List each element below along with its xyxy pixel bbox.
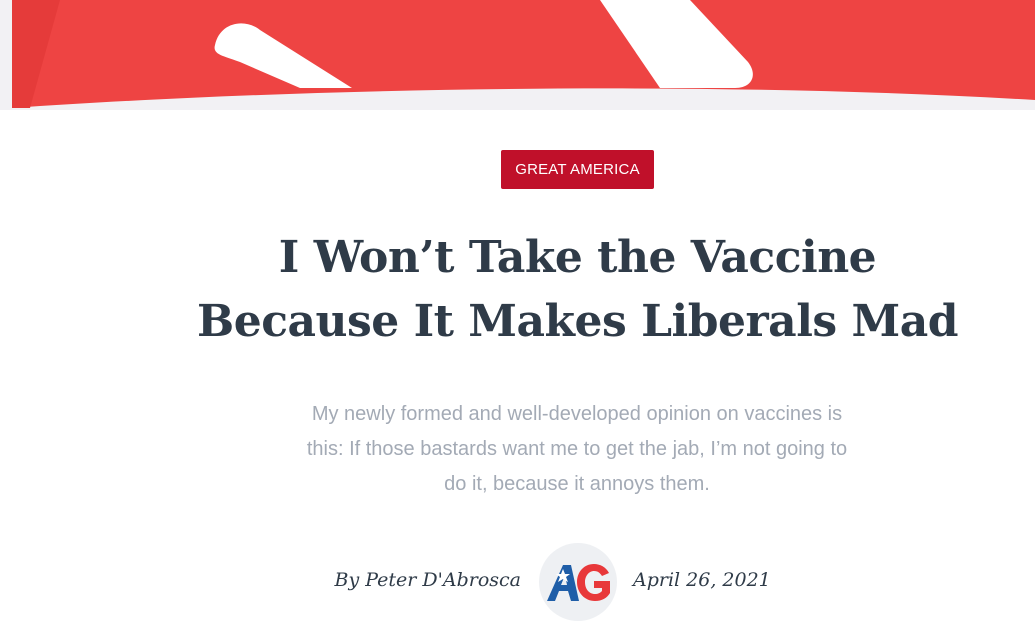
byline: By Peter D'Abrosca April 26, 2021 [0, 540, 1035, 624]
article-excerpt: My newly formed and well-developed opini… [262, 397, 892, 502]
logo-letter-g [577, 564, 610, 601]
category-badge[interactable]: GREAT AMERICA [501, 150, 654, 189]
author-avatar[interactable] [539, 543, 617, 621]
article-page: GREAT AMERICA I Won’t Take the Vaccine B… [0, 0, 1035, 639]
publish-date: April 26, 2021 [633, 569, 771, 591]
article-title-line: Because It Makes Liberals Mad [197, 296, 958, 347]
article-excerpt-line: do it, because it annoys them. [444, 473, 710, 495]
article-excerpt-line: this: If those bastards want me to get t… [306, 438, 848, 460]
article-excerpt-line: My newly formed and well-developed opini… [311, 403, 843, 425]
author-link[interactable]: By Peter D'Abrosca [335, 569, 522, 591]
header-banner [0, 0, 1035, 110]
american-greatness-logo-icon [547, 564, 610, 601]
article-title-line: I Won’t Take the Vaccine [278, 232, 877, 283]
article-title: I Won’t Take the Vaccine Because It Make… [150, 226, 1005, 354]
